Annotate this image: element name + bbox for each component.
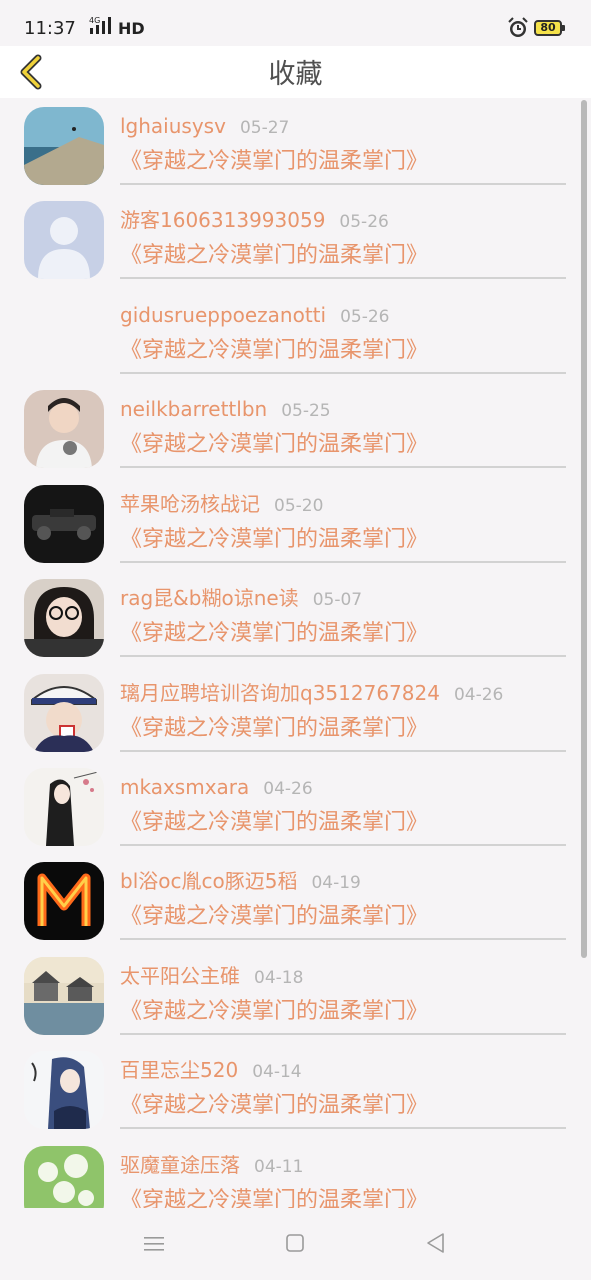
book-title[interactable]: 《穿越之冷漠掌门的温柔掌门》 <box>120 524 428 556</box>
divider <box>120 372 566 374</box>
battery-icon: 80 <box>534 20 565 36</box>
list-item[interactable]: 游客1606313993059 05-26 《穿越之冷漠掌门的温柔掌门》 <box>0 192 591 286</box>
favorite-date: 05-07 <box>312 590 363 610</box>
avatar[interactable] <box>24 674 104 752</box>
avatar[interactable] <box>24 107 104 185</box>
divider <box>120 277 566 279</box>
book-title[interactable]: 《穿越之冷漠掌门的温柔掌门》 <box>120 713 428 745</box>
list-item[interactable]: 百里忘尘520 04-14 《穿越之冷漠掌门的温柔掌门》 <box>0 1042 591 1136</box>
divider <box>120 466 566 468</box>
list-item[interactable]: 驱魔童途压落 04-11 《穿越之冷漠掌门的温柔掌门》 <box>0 1137 591 1208</box>
favorite-date: 05-26 <box>340 307 390 327</box>
username: 太平阳公主碓 04-18 <box>120 964 304 988</box>
username: 璃月应聘培训咨询加q3512767824 04-26 <box>120 681 504 705</box>
list-item[interactable]: 太平阳公主碓 04-18 《穿越之冷漠掌门的温柔掌门》 <box>0 948 591 1042</box>
favorite-date: 05-25 <box>281 401 331 421</box>
favorite-date: 04-18 <box>254 968 304 988</box>
username: lghaiusysv 05-27 <box>120 114 290 138</box>
username: bl浴oc胤co豚迈5稻 04-19 <box>120 869 361 893</box>
divider <box>120 183 566 185</box>
list-item[interactable]: gidusrueppoezanotti 05-26 《穿越之冷漠掌门的温柔掌门》 <box>0 287 591 381</box>
favorite-date: 05-20 <box>274 496 324 516</box>
book-title[interactable]: 《穿越之冷漠掌门的温柔掌门》 <box>120 901 428 933</box>
favorite-date: 05-27 <box>239 118 290 138</box>
divider <box>120 844 566 846</box>
username: 驱魔童途压落 04-11 <box>120 1153 304 1177</box>
favorite-date: 04-11 <box>254 1157 304 1177</box>
book-title[interactable]: 《穿越之冷漠掌门的温柔掌门》 <box>120 335 428 367</box>
book-title[interactable]: 《穿越之冷漠掌门的温柔掌门》 <box>120 618 428 650</box>
list-item[interactable]: rag昆&b糊o谅ne读 05-07 《穿越之冷漠掌门的温柔掌门》 <box>0 570 591 664</box>
hd-indicator: HD <box>118 19 145 38</box>
avatar[interactable] <box>24 862 104 940</box>
username: 百里忘尘520 04-14 <box>120 1058 302 1082</box>
avatar[interactable] <box>24 579 104 657</box>
book-title[interactable]: 《穿越之冷漠掌门的温柔掌门》 <box>120 146 428 178</box>
list-item[interactable]: bl浴oc胤co豚迈5稻 04-19 《穿越之冷漠掌门的温柔掌门》 <box>0 853 591 947</box>
favorite-date: 04-14 <box>252 1062 302 1082</box>
list-item[interactable]: neilkbarrettlbn 05-25 《穿越之冷漠掌门的温柔掌门》 <box>0 381 591 475</box>
avatar[interactable] <box>24 390 104 468</box>
system-nav-bar <box>0 1208 591 1280</box>
book-title[interactable]: 《穿越之冷漠掌门的温柔掌门》 <box>120 240 428 272</box>
username: gidusrueppoezanotti 05-26 <box>120 303 390 327</box>
menu-icon[interactable] <box>142 1234 166 1254</box>
list-item[interactable]: 苹果呛汤核战记 05-20 《穿越之冷漠掌门的温柔掌门》 <box>0 476 591 570</box>
username: neilkbarrettlbn 05-25 <box>120 397 331 421</box>
home-icon[interactable] <box>285 1233 305 1253</box>
book-title[interactable]: 《穿越之冷漠掌门的温柔掌门》 <box>120 996 428 1028</box>
avatar[interactable] <box>24 768 104 846</box>
page-title: 收藏 <box>268 59 323 90</box>
divider <box>120 750 566 752</box>
book-title[interactable]: 《穿越之冷漠掌门的温柔掌门》 <box>120 429 428 461</box>
list-item[interactable]: 璃月应聘培训咨询加q3512767824 04-26 《穿越之冷漠掌门的温柔掌门》 <box>0 665 591 759</box>
list-item[interactable]: mkaxsmxara 04-26 《穿越之冷漠掌门的温柔掌门》 <box>0 759 591 853</box>
book-title[interactable]: 《穿越之冷漠掌门的温柔掌门》 <box>120 1185 428 1208</box>
username: rag昆&b糊o谅ne读 05-07 <box>120 586 363 610</box>
avatar[interactable] <box>24 1051 104 1129</box>
network-label: 4G <box>89 16 100 25</box>
scrollbar-thumb[interactable] <box>581 100 587 958</box>
favorites-list[interactable]: lghaiusysv 05-27 《穿越之冷漠掌门的温柔掌门》 游客1606313… <box>0 98 591 1208</box>
avatar[interactable] <box>24 201 104 279</box>
favorite-date: 04-19 <box>311 873 361 893</box>
divider <box>120 655 566 657</box>
list-item[interactable]: lghaiusysv 05-27 《穿越之冷漠掌门的温柔掌门》 <box>0 98 591 192</box>
alarm-icon <box>507 17 529 39</box>
divider <box>120 938 566 940</box>
favorite-date: 04-26 <box>453 685 504 705</box>
title-bar: 收藏 <box>0 46 591 98</box>
status-bar: 11:37 4G HD 80 <box>0 0 591 46</box>
username: 游客1606313993059 05-26 <box>120 208 389 232</box>
divider <box>120 1033 566 1035</box>
divider <box>120 561 566 563</box>
avatar[interactable] <box>24 485 104 563</box>
favorite-date: 04-26 <box>263 779 313 799</box>
divider <box>120 1127 566 1129</box>
username: 苹果呛汤核战记 05-20 <box>120 492 324 516</box>
back-icon[interactable] <box>424 1231 446 1255</box>
username: mkaxsmxara 04-26 <box>120 775 313 799</box>
book-title[interactable]: 《穿越之冷漠掌门的温柔掌门》 <box>120 807 428 839</box>
signal-icon: 4G <box>88 15 116 39</box>
avatar[interactable] <box>24 957 104 1035</box>
avatar[interactable] <box>24 1146 104 1208</box>
favorite-date: 05-26 <box>339 212 389 232</box>
book-title[interactable]: 《穿越之冷漠掌门的温柔掌门》 <box>120 1090 428 1122</box>
status-time: 11:37 <box>24 18 76 39</box>
